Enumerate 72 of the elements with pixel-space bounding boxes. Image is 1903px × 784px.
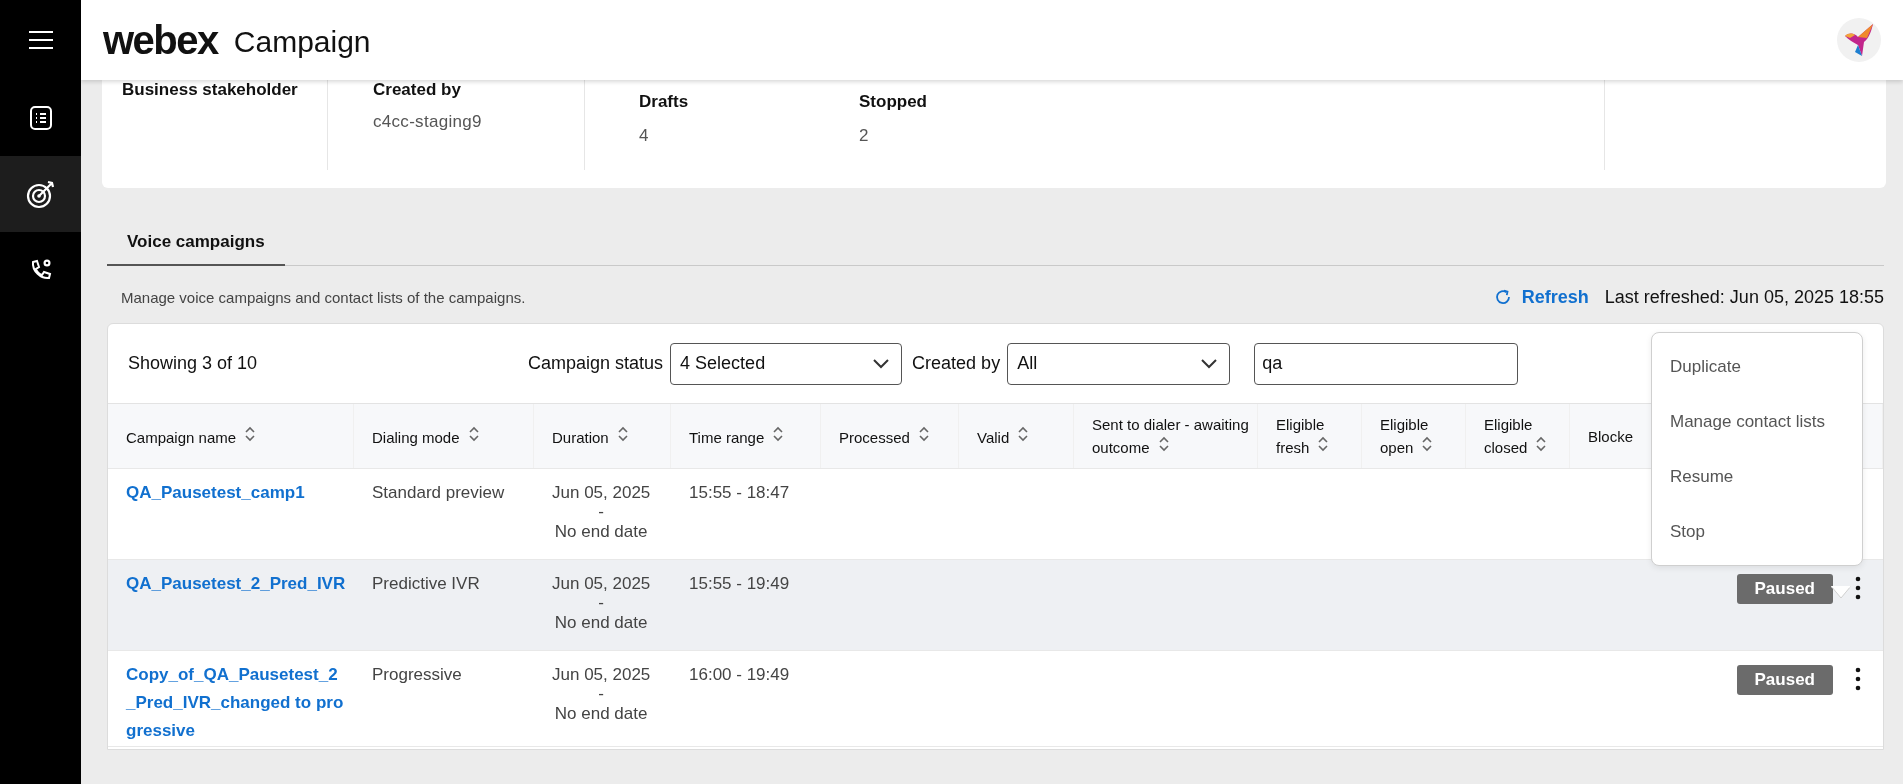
table-cell-text: Progressive: [372, 664, 463, 686]
menu-item[interactable]: Manage contact lists: [1652, 394, 1862, 449]
sort-icon[interactable]: [616, 424, 629, 443]
bird-avatar-icon[interactable]: [1837, 18, 1881, 62]
table-cell: -: [598, 597, 604, 609]
column-header[interactable]: Dialing mode: [354, 404, 534, 468]
sort-icon[interactable]: [244, 424, 257, 443]
table-cell-text: Standard preview: [372, 482, 506, 504]
sidebar-item[interactable]: [0, 156, 81, 232]
campaign-link[interactable]: Copy_of_QA_Pausetest_2_Pred_IVR_changed to progressive: [126, 661, 346, 745]
table-cell-text: No end date: [554, 703, 648, 725]
table-cell-text: Jun 05, 2025: [552, 573, 651, 595]
stat-value: 2: [859, 126, 870, 146]
table-cell-text: 15:55 - 18:47: [689, 482, 791, 504]
column-header[interactable]: Eligible closed: [1466, 404, 1570, 468]
logo: webex: [103, 17, 218, 63]
sort-icon[interactable]: [467, 424, 480, 443]
summary-value: c4cc-staging9: [373, 112, 483, 132]
chevron-down-icon: [1201, 358, 1218, 369]
sort-icon[interactable]: [917, 424, 930, 443]
column-header[interactable]: Time range: [671, 404, 821, 468]
stat-value: 4: [639, 126, 650, 146]
filter-label: Created by: [912, 353, 1001, 374]
table-cell: -: [598, 506, 604, 518]
search-field[interactable]: qa: [1254, 342, 1519, 385]
column-header[interactable]: Sent to dialer - awaiting outcome: [1074, 404, 1258, 468]
stat-label: Drafts: [639, 92, 690, 112]
sort-icon[interactable]: [1157, 435, 1170, 453]
campaign-link[interactable]: QA_Pausetest_camp1: [126, 479, 346, 507]
table-cell-text: Predictive IVR: [372, 573, 481, 595]
sort-icon[interactable]: [772, 424, 785, 443]
table-cell-text: Jun 05, 2025: [552, 664, 651, 686]
table-cell: -: [598, 688, 604, 700]
table-cell-text: Jun 05, 2025: [552, 482, 651, 504]
filter-label: Campaign status: [528, 353, 664, 374]
status-badge: Paused: [1736, 574, 1833, 604]
result-count: Showing 3 of 10: [128, 353, 259, 374]
filter-dropdown[interactable]: 4 Selected: [670, 342, 903, 385]
table-cell-text: No end date: [554, 612, 648, 634]
summary-label: Business stakeholder: [122, 80, 299, 100]
table-cell-text: No end date: [554, 521, 648, 543]
table-cell-text: 16:00 - 19:49: [689, 664, 791, 686]
campaign-link[interactable]: QA_Pausetest_2_Pred_IVR: [126, 570, 346, 598]
column-header[interactable]: Duration: [534, 404, 671, 468]
app-title: Campaign: [233, 25, 371, 59]
sort-icon[interactable]: [1421, 435, 1434, 453]
column-header[interactable]: Campaign name: [108, 404, 354, 468]
table-cell-text: 15:55 - 19:49: [689, 573, 791, 595]
sort-icon[interactable]: [1535, 435, 1548, 453]
stat-label: Stopped: [859, 92, 928, 112]
summary-label: Created by: [373, 80, 462, 100]
refresh-button[interactable]: Refresh: [1493, 286, 1589, 308]
list-icon: [29, 106, 52, 130]
table-row[interactable]: QA_Pausetest_2_Pred_IVR Predictive IVR Jun 05, 2025 - No end date 15:55 - 19:49 Paused: [108, 560, 1883, 651]
column-header[interactable]: Eligible open: [1362, 404, 1466, 468]
column-header[interactable]: Valid: [959, 404, 1074, 468]
menu-pointer: [1831, 586, 1851, 599]
menu-item[interactable]: Stop: [1652, 504, 1862, 559]
menu-item[interactable]: Duplicate: [1652, 339, 1862, 394]
column-header[interactable]: Processed: [821, 404, 959, 468]
target-icon: [25, 179, 56, 209]
menu-icon: [27, 30, 54, 50]
tab[interactable]: Voice campaigns: [107, 224, 285, 266]
filter-dropdown[interactable]: All: [1007, 342, 1231, 385]
status-badge: Paused: [1736, 665, 1833, 695]
description: Manage voice campaigns and contact lists of the campaigns.: [121, 288, 526, 306]
column-header[interactable]: Eligible fresh: [1258, 404, 1362, 468]
sort-icon[interactable]: [1017, 424, 1030, 443]
last-refreshed: Last refreshed: Jun 05, 2025 18:55: [1604, 286, 1884, 308]
sort-icon[interactable]: [1317, 435, 1330, 453]
chevron-down-icon: [873, 358, 890, 369]
refresh-icon: [1493, 288, 1512, 306]
